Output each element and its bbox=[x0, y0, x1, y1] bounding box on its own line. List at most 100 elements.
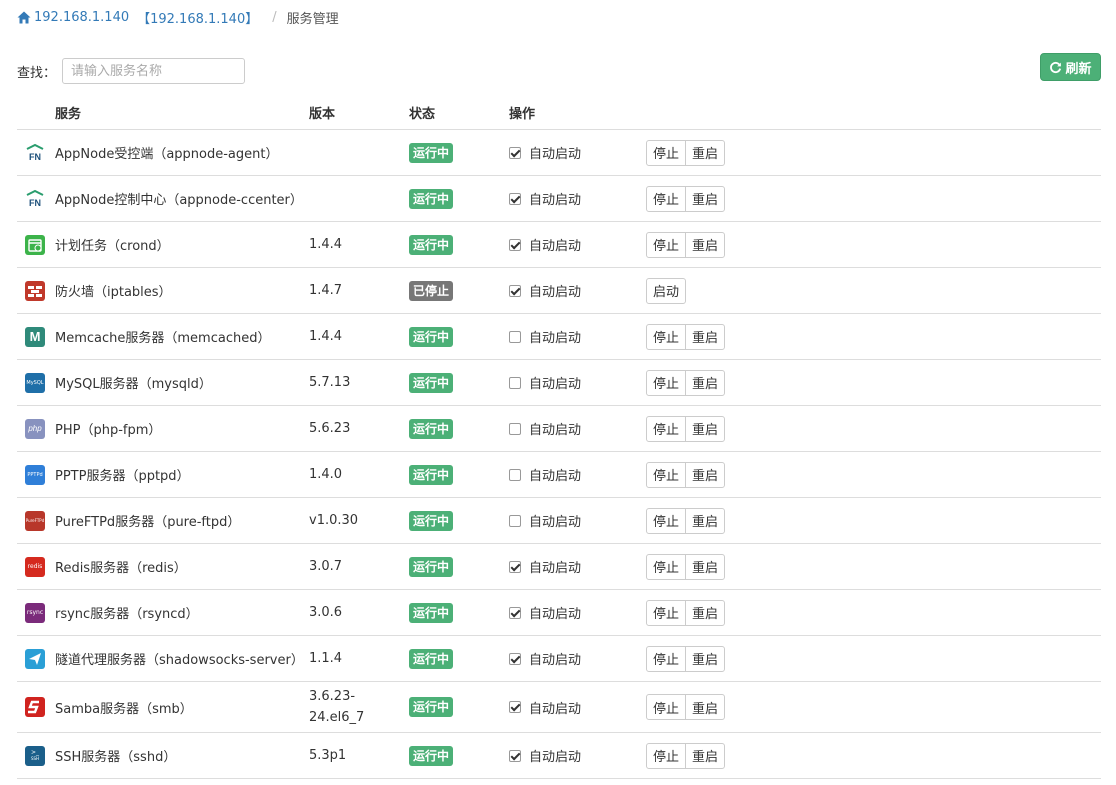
auto-start-checkbox[interactable] bbox=[509, 238, 521, 251]
service-name: 防火墙（iptables） bbox=[55, 285, 172, 300]
auto-start-toggle[interactable]: 自动启动 bbox=[509, 373, 629, 392]
auto-start-checkbox[interactable] bbox=[509, 606, 521, 619]
service-version: v1.0.30 bbox=[309, 513, 359, 528]
refresh-button[interactable]: 刷新 bbox=[1040, 53, 1101, 81]
status-badge: 运行中 bbox=[409, 556, 454, 577]
service-version: 5.3p1 bbox=[309, 748, 347, 763]
service-name: PHP（php-fpm） bbox=[55, 423, 162, 438]
auto-start-toggle[interactable]: 自动启动 bbox=[509, 143, 629, 162]
restart-button[interactable]: 重启 bbox=[685, 507, 726, 534]
stop-button[interactable]: 停止 bbox=[646, 323, 687, 350]
status-badge: 运行中 bbox=[409, 188, 454, 209]
auto-start-checkbox[interactable] bbox=[509, 701, 521, 713]
stop-button[interactable]: 停止 bbox=[646, 415, 687, 442]
service-cell: Samba服务器（smb） bbox=[17, 697, 309, 717]
auto-start-checkbox[interactable] bbox=[509, 422, 521, 435]
restart-button[interactable]: 重启 bbox=[685, 369, 726, 396]
stop-button[interactable]: 停止 bbox=[646, 507, 687, 534]
auto-start-label: 自动启动 bbox=[529, 750, 582, 765]
breadcrumb-separator: / bbox=[272, 9, 277, 25]
start-button[interactable]: 启动 bbox=[646, 277, 687, 304]
auto-start-label: 自动启动 bbox=[529, 331, 582, 346]
auto-start-checkbox[interactable] bbox=[509, 514, 521, 527]
auto-start-checkbox[interactable] bbox=[509, 749, 521, 762]
restart-button[interactable]: 重启 bbox=[685, 599, 726, 626]
stop-button[interactable]: 停止 bbox=[646, 139, 687, 166]
service-version: 1.1.4 bbox=[309, 651, 343, 666]
appnode-icon: FN bbox=[25, 188, 45, 209]
restart-button[interactable]: 重启 bbox=[685, 742, 726, 769]
pureftpd-icon: PureFTPd bbox=[25, 510, 45, 531]
action-buttons: 停止 重启 bbox=[646, 415, 726, 442]
breadcrumb-current: 服务管理 bbox=[286, 11, 339, 27]
restart-button[interactable]: 重启 bbox=[685, 139, 726, 166]
stop-button[interactable]: 停止 bbox=[646, 694, 687, 720]
service-name: MySQL服务器（mysqld） bbox=[55, 377, 212, 392]
search-input[interactable] bbox=[62, 58, 246, 84]
svg-text:FN: FN bbox=[29, 198, 41, 208]
stop-button[interactable]: 停止 bbox=[646, 231, 687, 258]
breadcrumb: 192.168.1.140 【192.168.1.140】 / 服务管理 bbox=[17, 8, 339, 27]
auto-start-label: 自动启动 bbox=[529, 469, 582, 484]
auto-start-toggle[interactable]: 自动启动 bbox=[509, 603, 629, 622]
auto-start-checkbox[interactable] bbox=[509, 284, 521, 297]
restart-button[interactable]: 重启 bbox=[685, 231, 726, 258]
host-link[interactable]: 192.168.1.140 bbox=[34, 10, 129, 25]
stop-button[interactable]: 停止 bbox=[646, 461, 687, 488]
auto-start-toggle[interactable]: 自动启动 bbox=[509, 327, 629, 346]
service-name: AppNode控制中心（appnode-ccenter） bbox=[55, 193, 303, 208]
auto-start-toggle[interactable]: 自动启动 bbox=[509, 649, 629, 668]
restart-button[interactable]: 重启 bbox=[685, 323, 726, 350]
action-buttons: 停止 重启 bbox=[646, 645, 726, 672]
stop-button[interactable]: 停止 bbox=[646, 599, 687, 626]
auto-start-toggle[interactable]: 自动启动 bbox=[509, 465, 629, 484]
auto-start-label: 自动启动 bbox=[529, 423, 582, 438]
stop-button[interactable]: 停止 bbox=[646, 742, 687, 769]
table-header: 服务 版本 状态 操作 bbox=[17, 96, 1101, 130]
status-badge: 运行中 bbox=[409, 697, 454, 717]
auto-start-toggle[interactable]: 自动启动 bbox=[509, 557, 629, 576]
auto-start-checkbox[interactable] bbox=[509, 652, 521, 665]
host-bracket-link[interactable]: 【192.168.1.140】 bbox=[137, 8, 258, 27]
status-badge: 运行中 bbox=[409, 372, 454, 393]
auto-start-toggle[interactable]: 自动启动 bbox=[509, 511, 629, 530]
restart-button[interactable]: 重启 bbox=[685, 553, 726, 580]
service-cell: FN AppNode控制中心（appnode-ccenter） bbox=[17, 188, 309, 209]
auto-start-checkbox[interactable] bbox=[509, 146, 521, 159]
table-row: MySQL MySQL服务器（mysqld） 5.7.13 运行中 自动启动 停止 重启 bbox=[17, 359, 1101, 406]
auto-start-toggle[interactable]: 自动启动 bbox=[509, 189, 629, 208]
auto-start-toggle[interactable]: 自动启动 bbox=[509, 746, 629, 765]
action-buttons: 停止 重启 bbox=[646, 742, 726, 769]
service-version: 3.0.6 bbox=[309, 605, 343, 620]
restart-button[interactable]: 重启 bbox=[685, 461, 726, 488]
service-name: Samba服务器（smb） bbox=[55, 701, 193, 717]
service-name: PPTP服务器（pptpd） bbox=[55, 469, 190, 484]
auto-start-toggle[interactable]: 自动启动 bbox=[509, 281, 629, 300]
action-buttons: 停止 重启 bbox=[646, 323, 726, 350]
auto-start-checkbox[interactable] bbox=[509, 468, 521, 481]
auto-start-checkbox[interactable] bbox=[509, 192, 521, 205]
stop-button[interactable]: 停止 bbox=[646, 369, 687, 396]
action-buttons: 启动 bbox=[646, 277, 687, 304]
restart-button[interactable]: 重启 bbox=[685, 185, 726, 212]
restart-button[interactable]: 重启 bbox=[685, 694, 726, 720]
auto-start-label: 自动启动 bbox=[529, 515, 582, 530]
restart-button[interactable]: 重启 bbox=[685, 415, 726, 442]
auto-start-label: 自动启动 bbox=[529, 561, 582, 576]
stop-button[interactable]: 停止 bbox=[646, 645, 687, 672]
auto-start-toggle[interactable]: 自动启动 bbox=[509, 235, 629, 254]
table-row: php PHP（php-fpm） 5.6.23 运行中 自动启动 停止 重启 bbox=[17, 405, 1101, 452]
service-cell: rsync rsync服务器（rsyncd） bbox=[17, 602, 309, 623]
restart-button[interactable]: 重启 bbox=[685, 645, 726, 672]
auto-start-checkbox[interactable] bbox=[509, 376, 521, 389]
auto-start-checkbox[interactable] bbox=[509, 560, 521, 573]
home-link[interactable]: 192.168.1.140 bbox=[17, 10, 129, 25]
auto-start-toggle[interactable]: 自动启动 bbox=[509, 698, 629, 717]
terminal-icon: >_ SSH bbox=[25, 745, 45, 766]
stop-button[interactable]: 停止 bbox=[646, 553, 687, 580]
service-cell: FN AppNode受控端（appnode-agent） bbox=[17, 142, 309, 163]
auto-start-checkbox[interactable] bbox=[509, 330, 521, 343]
service-cell: MySQL MySQL服务器（mysqld） bbox=[17, 372, 309, 393]
stop-button[interactable]: 停止 bbox=[646, 185, 687, 212]
auto-start-toggle[interactable]: 自动启动 bbox=[509, 419, 629, 438]
